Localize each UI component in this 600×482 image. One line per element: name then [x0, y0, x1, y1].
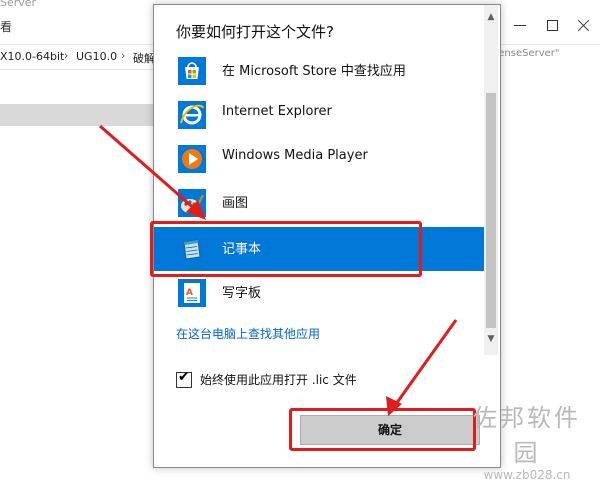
breadcrumb-separator: › — [121, 49, 126, 62]
app-label-store: 在 Microsoft Store 中查找应用 — [222, 64, 406, 79]
app-label-internet-explorer: Internet Explorer — [222, 104, 332, 119]
app-list-scrollbar[interactable]: ▲ ▼ — [484, 5, 498, 355]
always-use-checkbox[interactable]: ✔ — [176, 369, 192, 388]
always-use-label: 始终使用此应用打开 .lic 文件 — [200, 373, 357, 387]
wordpad-icon: A — [178, 279, 206, 307]
scroll-down-icon[interactable]: ▼ — [486, 333, 496, 345]
breadcrumb-item[interactable]: UG10.0 — [76, 50, 117, 63]
scroll-thumb[interactable] — [486, 93, 496, 328]
internet-explorer-icon — [178, 101, 206, 129]
maximize-button[interactable] — [540, 16, 564, 36]
search-input[interactable]: icenseServer" — [490, 48, 594, 66]
media-player-icon — [178, 145, 206, 173]
breadcrumb-item[interactable]: X10.0-64bit — [0, 50, 64, 63]
scroll-up-icon[interactable]: ▲ — [486, 11, 496, 23]
paint-icon — [178, 189, 206, 217]
ribbon-view-tab[interactable]: 看 — [0, 18, 12, 35]
watermark-logo: 佐邦软件园 — [473, 404, 581, 467]
breadcrumb-separator: › — [64, 49, 69, 62]
app-item-store[interactable]: 在 Microsoft Store 中查找应用 — [154, 49, 484, 93]
app-item-media-player[interactable]: Windows Media Player — [154, 137, 484, 181]
app-item-internet-explorer[interactable]: Internet Explorer — [154, 93, 484, 137]
store-icon — [178, 57, 206, 85]
app-label-paint: 画图 — [222, 196, 249, 211]
breadcrumb-item[interactable]: 破解 — [133, 50, 155, 66]
watermark: 佐邦软件园 www.zb028.cn — [462, 398, 592, 482]
minimize-button[interactable] — [508, 16, 532, 36]
dialog-title: 你要如何打开这个文件? — [176, 23, 334, 41]
notepad-highlight-box — [150, 221, 422, 277]
app-item-wordpad[interactable]: A 写字板 — [154, 271, 484, 315]
app-label-media-player: Windows Media Player — [222, 148, 368, 163]
watermark-url: www.zb028.cn — [483, 468, 571, 482]
app-label-wordpad: 写字板 — [222, 286, 262, 301]
ok-button-highlight-box — [289, 408, 476, 451]
svg-text:A: A — [186, 288, 193, 298]
explorer-title: Server — [0, 0, 37, 9]
checkmark-icon: ✔ — [178, 369, 190, 385]
close-button[interactable] — [572, 16, 596, 36]
app-item-paint[interactable]: 画图 — [154, 181, 484, 225]
more-apps-link[interactable]: 在这台电脑上查找其他应用 — [176, 325, 320, 342]
